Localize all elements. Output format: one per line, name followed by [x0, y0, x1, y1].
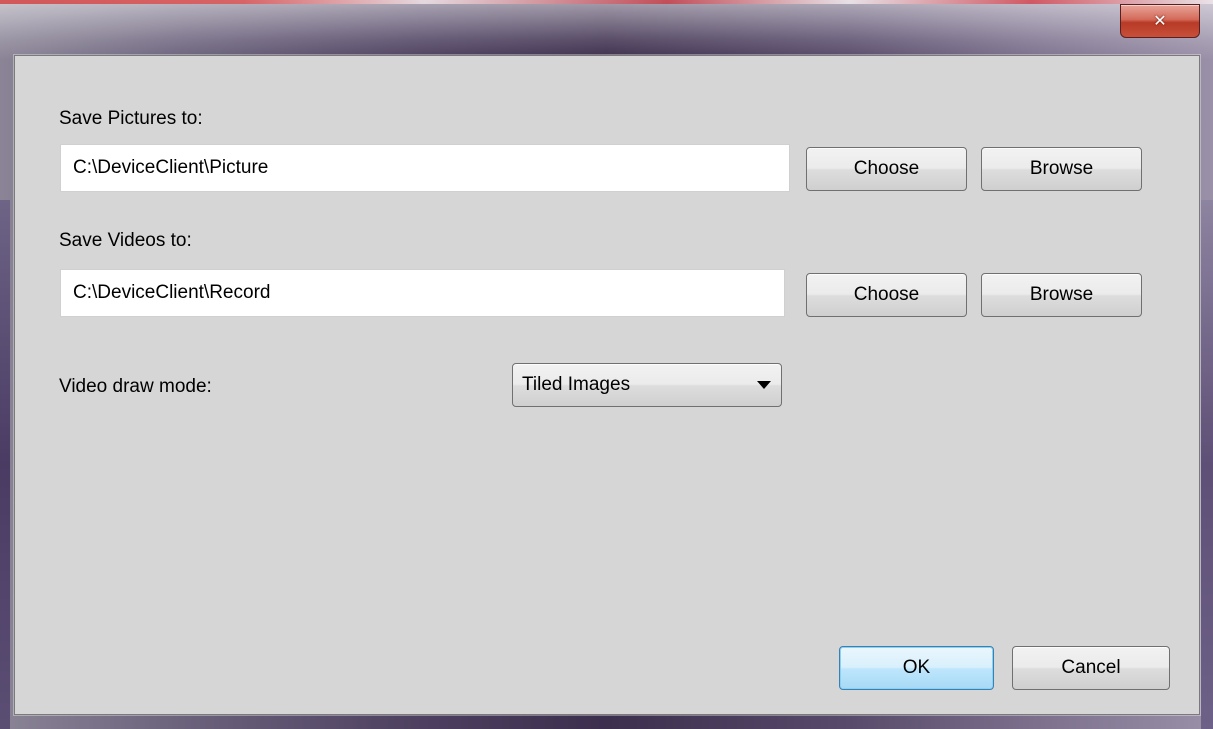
- chevron-down-icon: [757, 381, 771, 389]
- pictures-path-input[interactable]: C:\DeviceClient\Picture: [60, 144, 790, 192]
- window-border-left: [0, 200, 10, 729]
- save-videos-label: Save Videos to:: [59, 230, 192, 251]
- video-draw-mode-label: Video draw mode:: [59, 376, 212, 397]
- video-draw-mode-value: Tiled Images: [522, 374, 631, 395]
- close-button[interactable]: ✕: [1120, 4, 1200, 38]
- window-frame: ✕ Save Pictures to: C:\DeviceClient\Pict…: [0, 0, 1213, 729]
- browse-pictures-button[interactable]: Browse: [981, 147, 1142, 191]
- video-draw-mode-select[interactable]: Tiled Images: [512, 363, 782, 407]
- dialog-client-area: Save Pictures to: C:\DeviceClient\Pictur…: [14, 55, 1200, 715]
- cancel-button[interactable]: Cancel: [1012, 646, 1170, 690]
- choose-videos-button[interactable]: Choose: [806, 273, 967, 317]
- choose-pictures-button[interactable]: Choose: [806, 147, 967, 191]
- window-border-right: [1201, 200, 1213, 729]
- title-bar-accent: [0, 0, 1213, 4]
- videos-path-input[interactable]: C:\DeviceClient\Record: [60, 269, 785, 317]
- close-icon: ✕: [1153, 11, 1167, 30]
- browse-videos-button[interactable]: Browse: [981, 273, 1142, 317]
- ok-button[interactable]: OK: [839, 646, 994, 690]
- save-pictures-label: Save Pictures to:: [59, 108, 203, 129]
